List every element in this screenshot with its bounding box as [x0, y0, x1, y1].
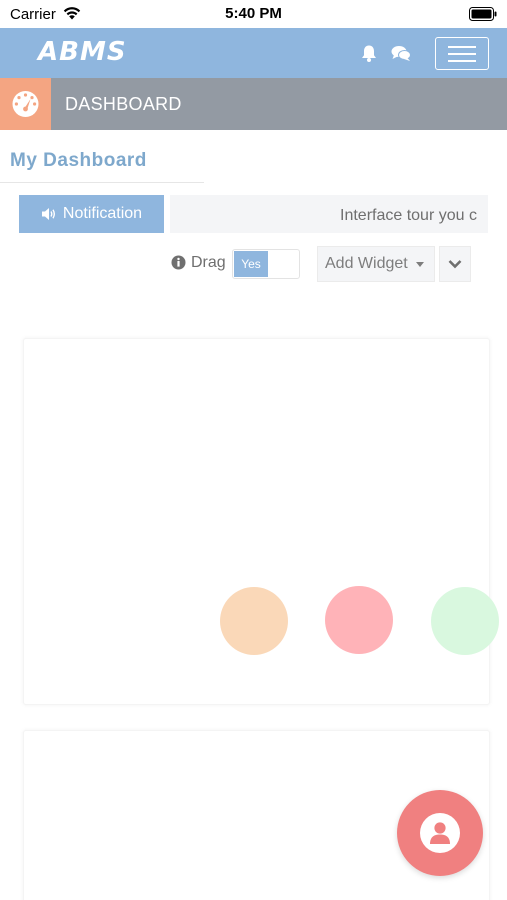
chevron-down-icon: [448, 260, 462, 269]
speedometer-icon: [12, 91, 39, 117]
add-widget-dropdown[interactable]: Add Widget: [317, 246, 435, 282]
collapse-button[interactable]: [439, 246, 471, 282]
loading-dot: [220, 587, 288, 655]
bell-icon[interactable]: [360, 44, 378, 63]
info-icon[interactable]: [171, 255, 186, 270]
notification-button[interactable]: Notification: [19, 195, 164, 233]
ticker-text: Interface tour you c: [340, 207, 477, 224]
app-header: ABMS: [0, 28, 507, 78]
fab-inner: [420, 813, 460, 853]
drag-toggle[interactable]: Yes: [232, 249, 300, 279]
profile-fab-button[interactable]: [397, 790, 483, 876]
notification-ticker: Interface tour you c: [170, 195, 488, 233]
menu-icon-bar: [448, 46, 476, 48]
menu-icon-bar: [448, 53, 476, 55]
loading-dot: [325, 586, 393, 654]
title-divider: [0, 182, 204, 183]
caret-down-icon: [415, 261, 424, 267]
breadcrumb: DASHBOARD: [0, 78, 507, 130]
widget-card: [23, 338, 499, 705]
clock: 5:40 PM: [225, 5, 282, 22]
page-title: My Dashboard: [10, 150, 147, 171]
notification-button-label: Notification: [62, 205, 143, 222]
user-icon: [430, 822, 450, 844]
volume-icon: [41, 208, 55, 220]
add-widget-label: Add Widget: [325, 255, 408, 272]
page-section-title: DASHBOARD: [65, 94, 182, 114]
battery-icon: [469, 7, 497, 21]
drag-toggle-value: Yes: [234, 251, 268, 277]
chat-icon[interactable]: [391, 45, 411, 62]
loading-dot: [431, 587, 499, 655]
status-bar: Carrier 5:40 PM: [0, 0, 507, 28]
menu-icon-bar: [448, 60, 476, 62]
drag-label: Drag: [191, 254, 226, 271]
logo[interactable]: ABMS: [38, 37, 127, 67]
menu-button[interactable]: [435, 37, 489, 70]
dashboard-icon-box[interactable]: [0, 78, 51, 130]
